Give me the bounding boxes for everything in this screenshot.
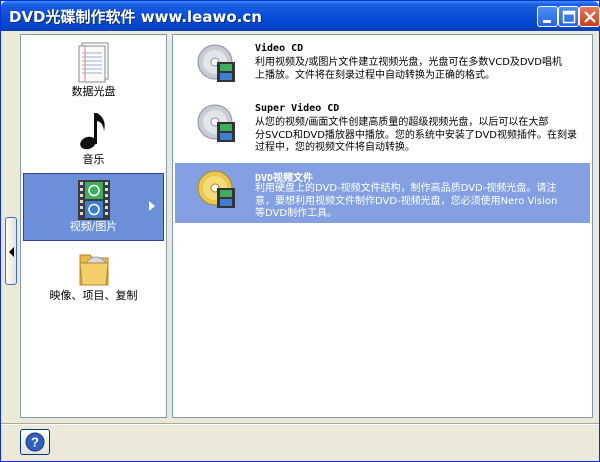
bottom-divider [1,423,599,425]
task-description: 利用视频及/或图片文件建立视频光盘，光盘可在多数VCD及DVD唱机 上播放。文件… [255,57,585,82]
dvd-disc-icon [197,170,235,208]
task-title: Video CD [255,43,304,54]
task-title: Super Video CD [255,103,340,114]
description-line: 意，要想利用视频文件制作DVD-视频光盘，您必须使用Nero Vision [255,195,558,207]
chevron-right-icon [149,201,155,211]
title-bar[interactable]: DVD光碟制作软件 www.leawo.cn [1,1,600,31]
help-button[interactable]: ? [20,429,50,455]
task-list: Video CD 利用视频及/或图片文件建立视频光盘，光盘可在多数VCD及DVD… [172,34,593,418]
minimize-button[interactable] [537,6,558,27]
music-note-icon [79,113,105,150]
video-disc-icon [197,44,235,82]
task-dvd-video-files[interactable]: DVD视频文件 利用硬盘上的DVD-视频文件结构，制作高品质DVD-视频光盘。请… [175,163,590,223]
description-line: 分SVCD和DVD播放器中播放。您的系统中安装了DVD视频插件。在刻录 [255,129,578,141]
svg-text:?: ? [31,435,39,450]
category-data-disc[interactable]: 数据光盘 [23,37,164,105]
category-video-picture[interactable]: 视频/图片 [23,173,164,241]
task-description: 利用硬盘上的DVD-视频文件结构，制作高品质DVD-视频光盘。请注 意，要想利用… [255,183,585,221]
category-list: 数据光盘 音乐 视频/图片 映像、项目、复制 [20,34,167,418]
description-line: 利用硬盘上的DVD-视频文件结构，制作高品质DVD-视频光盘。请注 [255,183,557,194]
description-line: 从您的视频/画面文件创建高质量的超级视频光盘，以后可以在大部 [255,117,549,128]
category-label: 数据光盘 [71,85,116,98]
help-icon: ? [25,432,45,452]
category-label: 音乐 [82,153,105,166]
folder-disc-icon [78,254,109,286]
description-line: 上播放。文件将在刻录过程中自动转换为正确的格式。 [255,69,495,81]
category-label: 映像、项目、复制 [49,289,138,302]
collapse-panel-handle[interactable] [5,217,17,285]
task-title: DVD视频文件 [255,173,314,184]
close-icon [584,11,596,23]
maximize-button[interactable] [558,6,579,27]
minimize-icon [543,20,551,23]
close-button[interactable] [579,6,600,27]
task-super-video-cd[interactable]: Super Video CD 从您的视频/画面文件创建高质量的超级视频光盘，以后… [175,97,590,163]
maximize-icon [562,10,576,24]
film-strip-icon [77,180,110,220]
window-title: DVD光碟制作软件 www.leawo.cn [9,8,262,26]
category-label: 视频/图片 [69,220,118,233]
app-window: DVD光碟制作软件 www.leawo.cn 数据光盘 音乐 视频/图片 映像、… [0,0,600,462]
document-icon [78,42,108,83]
description-line: 等DVD制作工具。 [255,208,338,219]
chevron-left-icon [9,247,14,257]
task-video-cd[interactable]: Video CD 利用视频及/或图片文件建立视频光盘，光盘可在多数VCD及DVD… [175,37,590,97]
category-music[interactable]: 音乐 [23,105,164,173]
description-line: 过程中，您的视频文件将自动转换。 [255,142,415,153]
category-image-project-copy[interactable]: 映像、项目、复制 [23,241,164,309]
description-line: 利用视频及/或图片文件建立视频光盘，光盘可在多数VCD及DVD唱机 [255,57,562,68]
video-disc-icon [197,104,235,142]
task-description: 从您的视频/画面文件创建高质量的超级视频光盘，以后可以在大部 分SVCD和DVD… [255,117,585,155]
